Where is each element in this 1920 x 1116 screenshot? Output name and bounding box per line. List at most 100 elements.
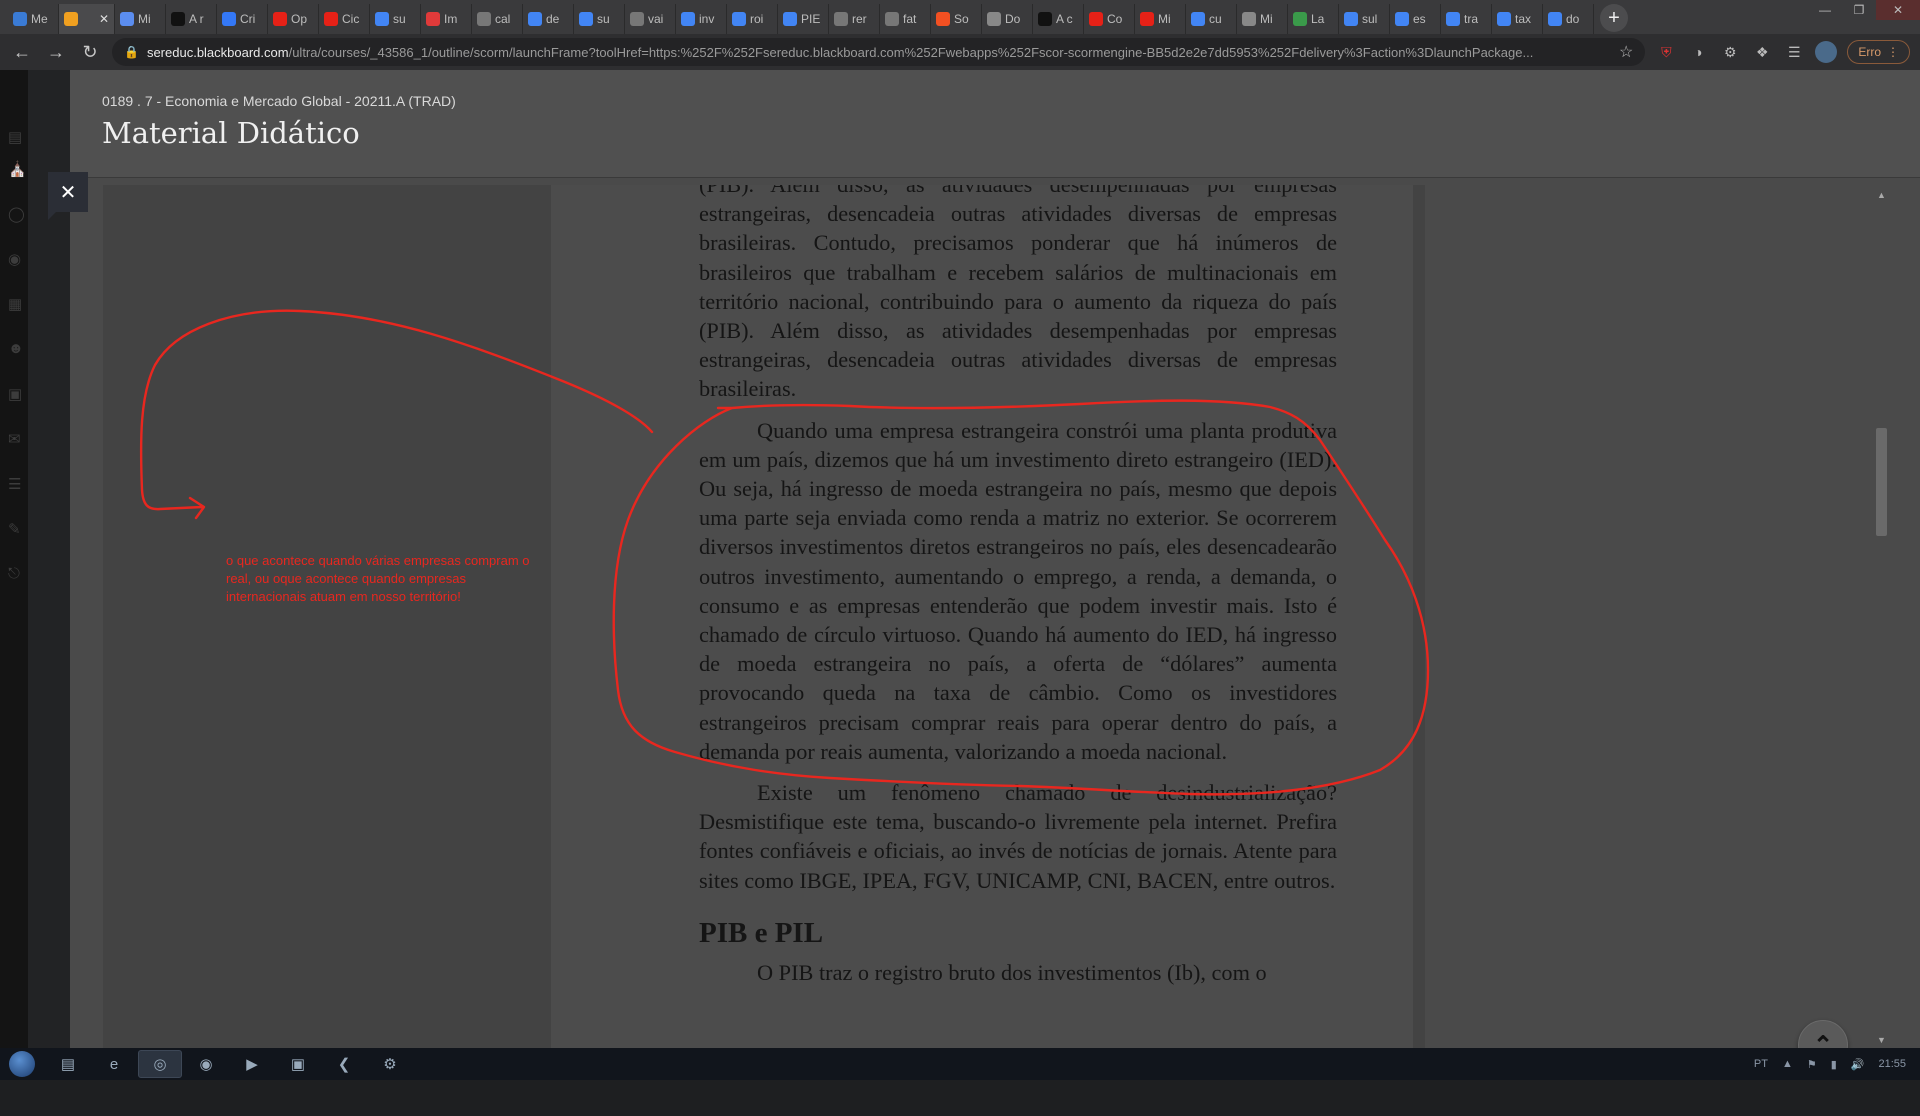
tab-label: es <box>1413 12 1426 26</box>
browser-tab[interactable]: Cic <box>319 4 370 34</box>
browser-tab[interactable]: Co <box>1084 4 1135 34</box>
browser-tab[interactable]: tax <box>1492 4 1543 34</box>
browser-tab[interactable]: PIE <box>778 4 829 34</box>
nav-globe-icon[interactable]: ◉ <box>8 250 24 268</box>
explorer-icon[interactable]: ▤ <box>46 1050 90 1078</box>
scorm-document-viewer[interactable]: (PIB). Além disso, as atividades desempe… <box>103 185 1425 1048</box>
browser-tab[interactable]: Do <box>982 4 1033 34</box>
browser-tab[interactable]: de <box>523 4 574 34</box>
nav-messages-icon[interactable]: ✉ <box>8 430 24 448</box>
start-button[interactable] <box>0 1048 44 1080</box>
browser-tab[interactable]: Mi <box>1237 4 1288 34</box>
game-icon[interactable]: ⚙ <box>368 1050 412 1078</box>
puzzle-extensions-icon[interactable]: ❖ <box>1751 41 1773 63</box>
course-breadcrumb[interactable]: 0189 . 7 - Economia e Mercado Global - 2… <box>102 93 456 109</box>
browser-tab[interactable]: Im <box>421 4 472 34</box>
network-icon[interactable]: ▮ <box>1831 1058 1837 1071</box>
scroll-up-icon[interactable]: ▲ <box>1877 190 1886 200</box>
shield-extension-icon[interactable]: ⛨ <box>1655 41 1677 63</box>
browser-tab[interactable]: A c <box>1033 4 1084 34</box>
browser-tab[interactable]: su <box>370 4 421 34</box>
tab-label: Mi <box>1260 12 1273 26</box>
volume-icon[interactable]: 🔊 <box>1851 1058 1865 1071</box>
ie-icon[interactable]: e <box>92 1050 136 1078</box>
chrome-icon[interactable]: ◎ <box>138 1050 182 1078</box>
browser-tab[interactable]: Me <box>8 4 59 34</box>
profile-avatar[interactable] <box>1815 41 1838 63</box>
clock[interactable]: 21:55 <box>1878 1058 1906 1070</box>
media-player-icon[interactable]: ▶ <box>230 1050 274 1078</box>
windows-logo-icon <box>9 1051 35 1077</box>
tab-label: Op <box>291 12 308 26</box>
browser-tab[interactable]: Mi <box>115 4 166 34</box>
action-center-icon[interactable]: ⚑ <box>1807 1058 1817 1071</box>
browser-tab[interactable]: cal <box>472 4 523 34</box>
error-status-button[interactable]: Erro ⋮ <box>1847 40 1910 64</box>
nav-institution-icon[interactable]: ⛪ <box>8 160 27 178</box>
browser-tab[interactable]: sul <box>1339 4 1390 34</box>
nav-activity-icon[interactable]: ▤ <box>8 128 24 146</box>
address-toolbar: ← → ↻ 🔒 sereduc.blackboard.com/ultra/cou… <box>0 34 1920 70</box>
minimize-icon[interactable]: — <box>1808 0 1842 20</box>
window-icon[interactable]: ▣ <box>276 1050 320 1078</box>
nav-signout-icon[interactable]: ⎋ <box>8 565 24 582</box>
nav-courses-icon[interactable]: ▦ <box>8 295 24 313</box>
browser-tab[interactable]: do <box>1543 4 1594 34</box>
reading-list-icon[interactable]: ☰ <box>1783 41 1805 63</box>
record-icon[interactable]: ◉ <box>184 1050 228 1078</box>
bookmark-star-icon[interactable]: ☆ <box>1619 42 1633 62</box>
maximize-icon[interactable]: ❐ <box>1842 0 1876 20</box>
url-path: /ultra/courses/_43586_1/outline/scorm/la… <box>288 44 1534 60</box>
url-bar[interactable]: 🔒 sereduc.blackboard.com/ultra/courses/_… <box>112 38 1646 66</box>
dark-mode-extension-icon[interactable]: ◑ <box>1687 41 1709 63</box>
google-icon <box>1446 12 1460 26</box>
browser-tab[interactable]: Op <box>268 4 319 34</box>
browser-tab[interactable]: tra <box>1441 4 1492 34</box>
browser-tab[interactable]: fat <box>880 4 931 34</box>
scroll-down-icon[interactable]: ▼ <box>1877 1035 1886 1045</box>
nav-tools-icon[interactable]: ✎ <box>8 520 24 538</box>
forward-icon[interactable]: → <box>44 40 68 64</box>
reload-icon[interactable]: ↻ <box>78 40 102 64</box>
browser-tab[interactable]: La <box>1288 4 1339 34</box>
tab-label: rer <box>852 12 867 26</box>
back-icon[interactable]: ← <box>10 40 34 64</box>
tab-label: So <box>954 12 969 26</box>
browser-tab[interactable]: rer <box>829 4 880 34</box>
tab-close-icon[interactable]: ✕ <box>99 12 109 26</box>
lock-icon: 🔒 <box>124 45 139 59</box>
close-panel-button[interactable]: ✕ <box>48 172 88 220</box>
window-close-icon[interactable]: ✕ <box>1876 0 1920 20</box>
scrollbar-thumb[interactable] <box>1876 428 1887 536</box>
browser-tab[interactable]: ✕ <box>59 4 115 34</box>
nav-profile-icon[interactable]: ◯ <box>8 205 25 223</box>
vscode-icon[interactable]: ❮ <box>322 1050 366 1078</box>
mail-icon <box>834 12 848 26</box>
browser-tab[interactable]: es <box>1390 4 1441 34</box>
tab-label: Co <box>1107 12 1123 26</box>
browser-tab[interactable]: vai <box>625 4 676 34</box>
document-scrollbar[interactable] <box>1874 256 1888 1116</box>
nav-people-icon[interactable]: ☻ <box>8 340 24 357</box>
nav-grades-icon[interactable]: ☰ <box>8 475 24 493</box>
browser-tab[interactable]: roi <box>727 4 778 34</box>
browser-tab[interactable]: Cri <box>217 4 268 34</box>
browser-tab[interactable]: A r <box>166 4 217 34</box>
browser-tab[interactable]: Mi <box>1135 4 1186 34</box>
language-indicator[interactable]: PT <box>1754 1058 1768 1070</box>
google-icon <box>579 12 593 26</box>
system-tray: PT ▲ ⚑ ▮ 🔊 21:55 <box>1754 1048 1920 1080</box>
nav-calendar-icon[interactable]: ▣ <box>8 385 24 403</box>
browser-tab[interactable]: su <box>574 4 625 34</box>
tab-label: Do <box>1005 12 1021 26</box>
new-tab-button[interactable]: + <box>1600 4 1628 32</box>
browser-tab[interactable]: So <box>931 4 982 34</box>
extension-gear-icon[interactable]: ⚙ <box>1719 41 1741 63</box>
tab-label: cu <box>1209 12 1222 26</box>
tab-label: Cri <box>240 12 256 26</box>
google-icon <box>681 12 695 26</box>
windows-taskbar: ▤ e ◎ ◉ ▶ ▣ ❮ ⚙ PT ▲ ⚑ ▮ 🔊 21:55 <box>0 1048 1920 1080</box>
browser-tab[interactable]: cu <box>1186 4 1237 34</box>
tray-expand-icon[interactable]: ▲ <box>1782 1058 1793 1070</box>
browser-tab[interactable]: inv <box>676 4 727 34</box>
